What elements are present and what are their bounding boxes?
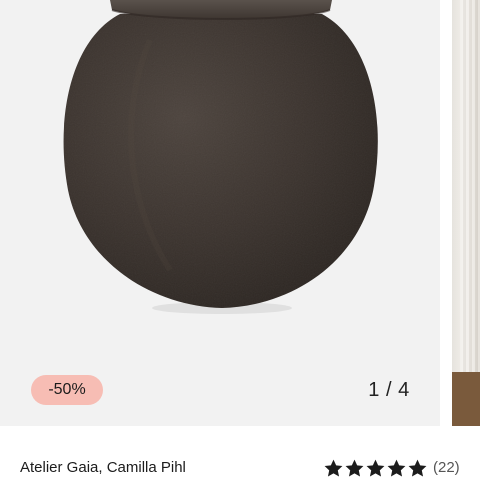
star-icon — [345, 459, 364, 477]
product-image-next-preview[interactable] — [452, 0, 480, 426]
product-image-gallery[interactable]: -50% 1 / 4 — [0, 0, 480, 426]
gallery-slide-counter: 1 / 4 — [368, 379, 410, 401]
stoneware-pot-image — [63, 0, 378, 314]
review-count: (22) — [433, 459, 460, 476]
curtain-background — [460, 0, 480, 426]
star-icon — [324, 459, 343, 477]
star-icon — [387, 459, 406, 477]
product-rating[interactable]: (22) — [324, 457, 460, 479]
star-icon — [408, 459, 427, 477]
product-brand[interactable]: Atelier Gaia, Camilla Pihl — [20, 459, 186, 477]
discount-badge: -50% — [31, 375, 103, 405]
star-icon — [366, 459, 385, 477]
floor-background — [452, 372, 480, 426]
product-image-main[interactable] — [0, 0, 440, 426]
